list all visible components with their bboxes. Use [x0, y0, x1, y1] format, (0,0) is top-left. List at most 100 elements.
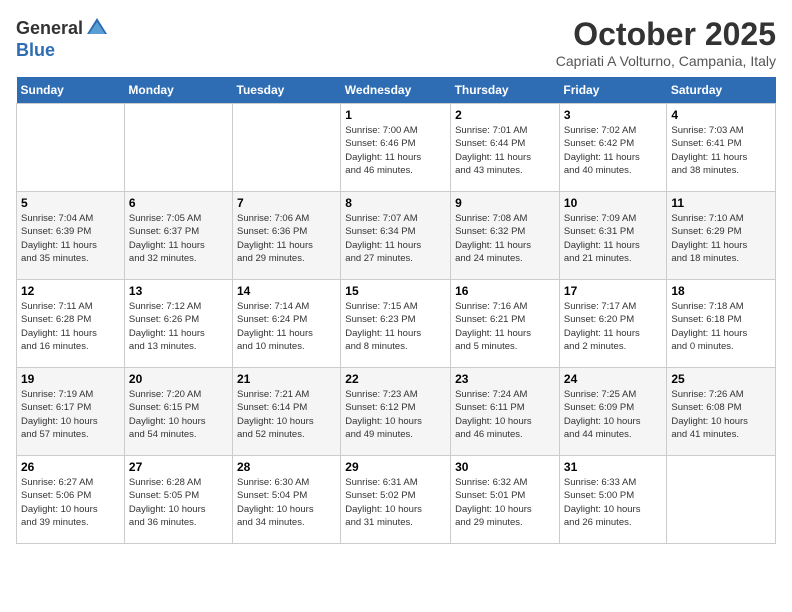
- header-saturday: Saturday: [667, 77, 776, 104]
- day-number: 19: [21, 372, 120, 386]
- day-number: 11: [671, 196, 771, 210]
- day-info: Sunrise: 7:26 AM Sunset: 6:08 PM Dayligh…: [671, 388, 771, 441]
- logo: General Blue: [16, 16, 109, 61]
- day-info: Sunrise: 6:27 AM Sunset: 5:06 PM Dayligh…: [21, 476, 120, 529]
- day-number: 5: [21, 196, 120, 210]
- table-row: 16 Sunrise: 7:16 AM Sunset: 6:21 PM Dayli…: [451, 280, 560, 368]
- table-row: 23 Sunrise: 7:24 AM Sunset: 6:11 PM Dayli…: [451, 368, 560, 456]
- table-row: 8 Sunrise: 7:07 AM Sunset: 6:34 PM Daylig…: [341, 192, 451, 280]
- day-number: 2: [455, 108, 555, 122]
- calendar-table: Sunday Monday Tuesday Wednesday Thursday…: [16, 77, 776, 544]
- table-row: 12Sunrise: 7:11 AM Sunset: 6:28 PM Dayli…: [17, 280, 125, 368]
- day-info: Sunrise: 7:17 AM Sunset: 6:20 PM Dayligh…: [564, 300, 662, 353]
- day-info: Sunrise: 6:32 AM Sunset: 5:01 PM Dayligh…: [455, 476, 555, 529]
- table-row: 6Sunrise: 7:05 AM Sunset: 6:37 PM Daylig…: [124, 192, 232, 280]
- day-number: 14: [237, 284, 336, 298]
- day-number: 15: [345, 284, 446, 298]
- day-info: Sunrise: 7:02 AM Sunset: 6:42 PM Dayligh…: [564, 124, 662, 177]
- day-info: Sunrise: 6:28 AM Sunset: 5:05 PM Dayligh…: [129, 476, 228, 529]
- day-number: 13: [129, 284, 228, 298]
- day-info: Sunrise: 7:18 AM Sunset: 6:18 PM Dayligh…: [671, 300, 771, 353]
- day-info: Sunrise: 7:03 AM Sunset: 6:41 PM Dayligh…: [671, 124, 771, 177]
- day-info: Sunrise: 7:24 AM Sunset: 6:11 PM Dayligh…: [455, 388, 555, 441]
- calendar-week-row: 12Sunrise: 7:11 AM Sunset: 6:28 PM Dayli…: [17, 280, 776, 368]
- day-number: 22: [345, 372, 446, 386]
- table-row: 20 Sunrise: 7:20 AM Sunset: 6:15 PM Dayli…: [124, 368, 232, 456]
- table-row: 27 Sunrise: 6:28 AM Sunset: 5:05 PM Dayli…: [124, 456, 232, 544]
- table-row: 2 Sunrise: 7:01 AM Sunset: 6:44 PM Daylig…: [451, 104, 560, 192]
- month-title: October 2025: [556, 16, 776, 53]
- subtitle: Capriati A Volturno, Campania, Italy: [556, 53, 776, 69]
- table-row: 21 Sunrise: 7:21 AM Sunset: 6:14 PM Dayli…: [233, 368, 341, 456]
- header-tuesday: Tuesday: [233, 77, 341, 104]
- day-info: Sunrise: 6:31 AM Sunset: 5:02 PM Dayligh…: [345, 476, 446, 529]
- day-number: 17: [564, 284, 662, 298]
- day-number: 28: [237, 460, 336, 474]
- day-number: 31: [564, 460, 662, 474]
- table-row: 28 Sunrise: 6:30 AM Sunset: 5:04 PM Dayli…: [233, 456, 341, 544]
- calendar-week-row: 1 Sunrise: 7:00 AM Sunset: 6:46 PM Daylig…: [17, 104, 776, 192]
- calendar-week-row: 26 Sunrise: 6:27 AM Sunset: 5:06 PM Dayli…: [17, 456, 776, 544]
- day-number: 1: [345, 108, 446, 122]
- day-info: Sunrise: 7:25 AM Sunset: 6:09 PM Dayligh…: [564, 388, 662, 441]
- day-info: Sunrise: 7:10 AM Sunset: 6:29 PM Dayligh…: [671, 212, 771, 265]
- table-row: [667, 456, 776, 544]
- logo-blue-text: Blue: [16, 40, 55, 61]
- calendar-header-row: Sunday Monday Tuesday Wednesday Thursday…: [17, 77, 776, 104]
- table-row: 5 Sunrise: 7:04 AM Sunset: 6:39 PM Daylig…: [17, 192, 125, 280]
- day-number: 16: [455, 284, 555, 298]
- table-row: 4Sunrise: 7:03 AM Sunset: 6:41 PM Daylig…: [667, 104, 776, 192]
- table-row: 14 Sunrise: 7:14 AM Sunset: 6:24 PM Dayli…: [233, 280, 341, 368]
- day-info: Sunrise: 7:04 AM Sunset: 6:39 PM Dayligh…: [21, 212, 120, 265]
- logo-general-text: General: [16, 18, 83, 39]
- day-number: 10: [564, 196, 662, 210]
- day-number: 21: [237, 372, 336, 386]
- header-wednesday: Wednesday: [341, 77, 451, 104]
- header-sunday: Sunday: [17, 77, 125, 104]
- day-info: Sunrise: 7:08 AM Sunset: 6:32 PM Dayligh…: [455, 212, 555, 265]
- day-number: 6: [129, 196, 228, 210]
- day-info: Sunrise: 7:00 AM Sunset: 6:46 PM Dayligh…: [345, 124, 446, 177]
- day-number: 8: [345, 196, 446, 210]
- table-row: 1 Sunrise: 7:00 AM Sunset: 6:46 PM Daylig…: [341, 104, 451, 192]
- table-row: 26 Sunrise: 6:27 AM Sunset: 5:06 PM Dayli…: [17, 456, 125, 544]
- table-row: 11 Sunrise: 7:10 AM Sunset: 6:29 PM Dayli…: [667, 192, 776, 280]
- header-friday: Friday: [559, 77, 666, 104]
- table-row: 19Sunrise: 7:19 AM Sunset: 6:17 PM Dayli…: [17, 368, 125, 456]
- day-info: Sunrise: 7:07 AM Sunset: 6:34 PM Dayligh…: [345, 212, 446, 265]
- day-number: 23: [455, 372, 555, 386]
- table-row: 3 Sunrise: 7:02 AM Sunset: 6:42 PM Daylig…: [559, 104, 666, 192]
- day-info: Sunrise: 7:20 AM Sunset: 6:15 PM Dayligh…: [129, 388, 228, 441]
- table-row: [233, 104, 341, 192]
- day-info: Sunrise: 6:30 AM Sunset: 5:04 PM Dayligh…: [237, 476, 336, 529]
- day-number: 26: [21, 460, 120, 474]
- table-row: 30 Sunrise: 6:32 AM Sunset: 5:01 PM Dayli…: [451, 456, 560, 544]
- table-row: 13 Sunrise: 7:12 AM Sunset: 6:26 PM Dayli…: [124, 280, 232, 368]
- day-info: Sunrise: 7:21 AM Sunset: 6:14 PM Dayligh…: [237, 388, 336, 441]
- day-number: 7: [237, 196, 336, 210]
- table-row: 7Sunrise: 7:06 AM Sunset: 6:36 PM Daylig…: [233, 192, 341, 280]
- day-info: Sunrise: 7:14 AM Sunset: 6:24 PM Dayligh…: [237, 300, 336, 353]
- day-info: Sunrise: 7:12 AM Sunset: 6:26 PM Dayligh…: [129, 300, 228, 353]
- day-number: 30: [455, 460, 555, 474]
- day-number: 27: [129, 460, 228, 474]
- day-info: Sunrise: 7:01 AM Sunset: 6:44 PM Dayligh…: [455, 124, 555, 177]
- table-row: [124, 104, 232, 192]
- day-number: 18: [671, 284, 771, 298]
- day-number: 3: [564, 108, 662, 122]
- day-number: 29: [345, 460, 446, 474]
- table-row: 17 Sunrise: 7:17 AM Sunset: 6:20 PM Dayli…: [559, 280, 666, 368]
- day-info: Sunrise: 7:16 AM Sunset: 6:21 PM Dayligh…: [455, 300, 555, 353]
- day-number: 12: [21, 284, 120, 298]
- day-number: 24: [564, 372, 662, 386]
- logo-icon: [85, 16, 109, 40]
- table-row: 22Sunrise: 7:23 AM Sunset: 6:12 PM Dayli…: [341, 368, 451, 456]
- day-number: 25: [671, 372, 771, 386]
- day-number: 20: [129, 372, 228, 386]
- table-row: [17, 104, 125, 192]
- calendar-week-row: 5 Sunrise: 7:04 AM Sunset: 6:39 PM Daylig…: [17, 192, 776, 280]
- calendar-week-row: 19Sunrise: 7:19 AM Sunset: 6:17 PM Dayli…: [17, 368, 776, 456]
- day-info: Sunrise: 7:09 AM Sunset: 6:31 PM Dayligh…: [564, 212, 662, 265]
- table-row: 10 Sunrise: 7:09 AM Sunset: 6:31 PM Dayli…: [559, 192, 666, 280]
- day-info: Sunrise: 7:15 AM Sunset: 6:23 PM Dayligh…: [345, 300, 446, 353]
